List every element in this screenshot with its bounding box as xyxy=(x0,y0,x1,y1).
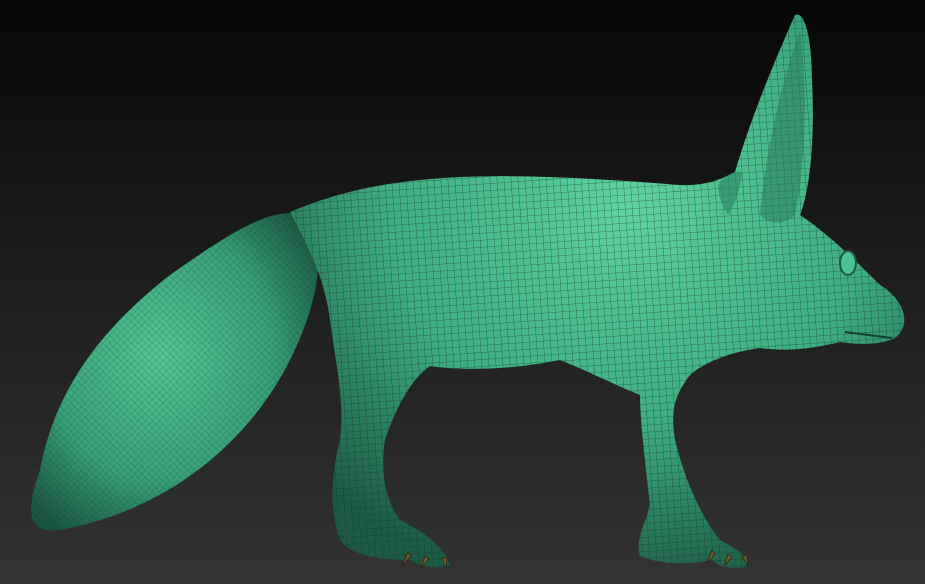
3d-viewport[interactable] xyxy=(0,0,925,584)
eye xyxy=(839,250,857,276)
body xyxy=(290,14,905,568)
tail xyxy=(31,213,319,531)
fox-model-render xyxy=(31,14,905,569)
